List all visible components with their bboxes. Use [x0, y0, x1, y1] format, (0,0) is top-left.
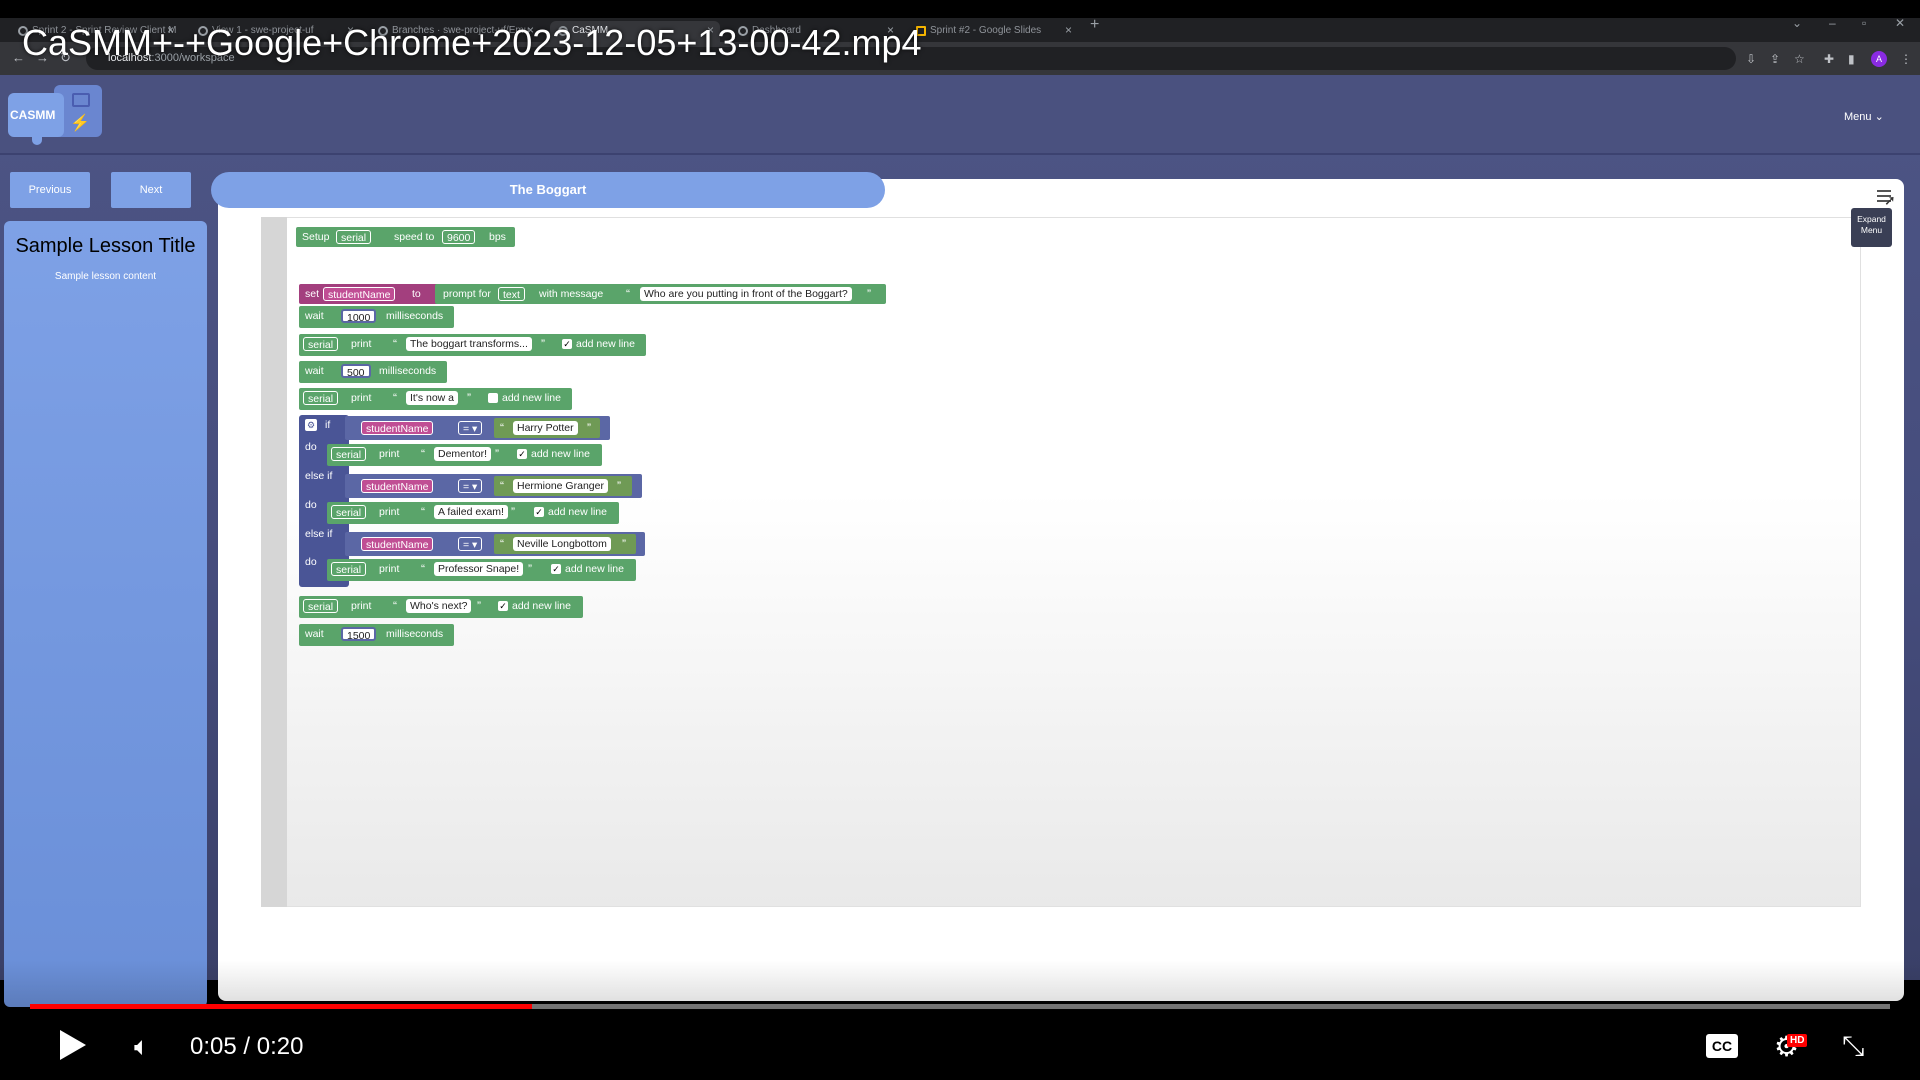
new-tab-icon[interactable]: + — [1090, 16, 1099, 34]
workspace-title: The Boggart — [211, 172, 885, 208]
previous-button[interactable]: Previous — [10, 172, 90, 208]
menu-button[interactable]: Menu ⌄ — [1844, 110, 1884, 123]
close-window-icon[interactable]: ✕ — [1895, 16, 1905, 30]
maximize-icon[interactable]: ▫ — [1862, 16, 1866, 30]
block-compare-3[interactable]: studentName = ▾ “ Neville Longbottom ” — [345, 532, 645, 556]
newline-checkbox[interactable] — [488, 393, 498, 403]
next-button[interactable]: Next — [111, 172, 191, 208]
lesson-title: Sample Lesson Title — [15, 235, 196, 257]
block-serial-print-failed-exam[interactable]: serial print “ A failed exam! ” ✓ add ne… — [327, 502, 619, 524]
toolbox-strip[interactable] — [261, 217, 287, 907]
seek-bar[interactable] — [30, 1004, 1890, 1009]
block-wait-1000[interactable]: wait 1000 milliseconds — [299, 306, 454, 328]
operator-dropdown[interactable]: = ▾ — [458, 537, 483, 551]
newline-checkbox[interactable]: ✓ — [498, 601, 508, 611]
port-dropdown[interactable]: serial — [303, 337, 339, 351]
port-dropdown[interactable]: serial — [303, 391, 339, 405]
app-header: ⚡ CASMM Menu ⌄ — [0, 75, 1920, 155]
share-icon[interactable]: ⇪ — [1770, 52, 1780, 66]
chip-icon — [72, 93, 90, 107]
lesson-content: Sample lesson content — [54, 271, 157, 282]
prompt-message-field[interactable]: Who are you putting in front of the Bogg… — [640, 287, 852, 301]
wait-ms-field[interactable]: 1500 — [341, 627, 377, 642]
port-dropdown[interactable]: serial — [331, 447, 367, 461]
expand-menu-tooltip: Expand Menu — [1851, 208, 1892, 247]
variable-dropdown[interactable]: studentName — [361, 421, 434, 435]
hd-badge: HD — [1787, 1034, 1808, 1047]
compare-text-field[interactable]: Neville Longbottom — [513, 537, 611, 551]
tab-close-icon[interactable]: × — [1065, 23, 1072, 37]
compare-text-field[interactable]: Hermione Granger — [513, 479, 608, 493]
block-serial-print-whos-next[interactable]: serial print “ Who's next? ” ✓ add new l… — [299, 596, 583, 618]
block-compare-2[interactable]: studentName = ▾ “ Hermione Granger ” — [345, 474, 642, 498]
block-set-variable[interactable]: set studentName to — [299, 284, 439, 304]
block-setup-serial[interactable]: Setup serial speed to 9600 bps — [296, 227, 515, 247]
time-display: 0:05 / 0:20 — [190, 1033, 304, 1060]
install-icon[interactable]: ⇩ — [1746, 52, 1756, 66]
casmm-app: ⚡ CASMM Menu ⌄ Previous Next Sample Less… — [0, 75, 1920, 1007]
prompt-type-dropdown[interactable]: text — [498, 287, 525, 301]
wait-ms-field[interactable]: 500 — [341, 364, 371, 379]
block-wait-1500[interactable]: wait 1500 milliseconds — [299, 624, 454, 646]
print-text-field[interactable]: Who's next? — [406, 599, 472, 613]
lightning-icon: ⚡ — [70, 115, 90, 132]
minimize-icon[interactable]: – — [1829, 16, 1836, 30]
block-wait-500[interactable]: wait 500 milliseconds — [299, 361, 447, 383]
seek-bar-played — [30, 1004, 533, 1009]
extensions-icon[interactable]: ✚ — [1824, 52, 1834, 66]
kebab-menu-icon[interactable]: ⋮ — [1900, 52, 1912, 66]
casmm-logo[interactable]: ⚡ CASMM — [8, 85, 104, 145]
mutator-gear-icon[interactable]: ⚙ — [305, 419, 317, 431]
wait-ms-field[interactable]: 1000 — [341, 309, 377, 324]
print-text-field[interactable]: The boggart transforms... — [406, 337, 532, 351]
bookmark-star-icon[interactable]: ☆ — [1794, 52, 1805, 66]
block-serial-print-1[interactable]: serial print “ The boggart transforms...… — [299, 334, 646, 356]
tab-search-icon[interactable]: ⌄ — [1792, 16, 1802, 30]
newline-checkbox[interactable]: ✓ — [551, 564, 561, 574]
newline-checkbox[interactable]: ✓ — [517, 449, 527, 459]
print-text-field[interactable]: A failed exam! — [434, 505, 508, 519]
lesson-sidebar: Sample Lesson Title Sample lesson conten… — [4, 221, 207, 1007]
browser-tab-google-slides[interactable]: Sprint #2 - Google Slides × — [908, 21, 1078, 42]
block-prompt-for-text[interactable]: prompt for text with message “ Who are y… — [435, 284, 886, 304]
newline-checkbox[interactable]: ✓ — [562, 339, 572, 349]
operator-dropdown[interactable]: = ▾ — [458, 421, 483, 435]
block-serial-print-professor-snape[interactable]: serial print “ Professor Snape! ” ✓ add … — [327, 559, 636, 581]
video-title: CaSMM+-+Google+Chrome+2023-12-05+13-00-4… — [22, 22, 922, 63]
variable-dropdown[interactable]: studentName — [361, 537, 434, 551]
exit-fullscreen-icon[interactable]: ⤡ — [1842, 1030, 1864, 1063]
port-dropdown[interactable]: serial — [336, 230, 372, 244]
newline-checkbox[interactable]: ✓ — [534, 507, 544, 517]
variable-dropdown[interactable]: studentName — [361, 479, 434, 493]
side-panel-icon[interactable]: ▮ — [1848, 52, 1855, 66]
baud-dropdown[interactable]: 9600 — [442, 230, 476, 244]
port-dropdown[interactable]: serial — [331, 562, 367, 576]
profile-avatar[interactable]: A — [1871, 51, 1887, 67]
block-serial-print-2[interactable]: serial print “ It's now a ” add new line — [299, 388, 572, 410]
mouse-cursor-icon: ➚ — [1884, 192, 1896, 208]
print-text-field[interactable]: It's now a — [406, 391, 459, 405]
block-serial-print-dementor[interactable]: serial print “ Dementor! ” ✓ add new lin… — [327, 444, 602, 466]
print-text-field[interactable]: Professor Snape! — [434, 562, 524, 576]
play-icon[interactable] — [60, 1030, 86, 1060]
operator-dropdown[interactable]: = ▾ — [458, 479, 483, 493]
port-dropdown[interactable]: serial — [303, 599, 339, 613]
print-text-field[interactable]: Dementor! — [434, 447, 492, 461]
block-compare-1[interactable]: studentName = ▾ “ Harry Potter ” — [345, 416, 610, 440]
port-dropdown[interactable]: serial — [331, 505, 367, 519]
volume-icon[interactable]: 🔈︎ — [134, 1031, 150, 1063]
player-controls-overlay — [0, 960, 1920, 1080]
captions-icon[interactable]: CC — [1706, 1034, 1738, 1058]
compare-text-field[interactable]: Harry Potter — [513, 421, 578, 435]
variable-dropdown[interactable]: studentName — [323, 287, 396, 301]
